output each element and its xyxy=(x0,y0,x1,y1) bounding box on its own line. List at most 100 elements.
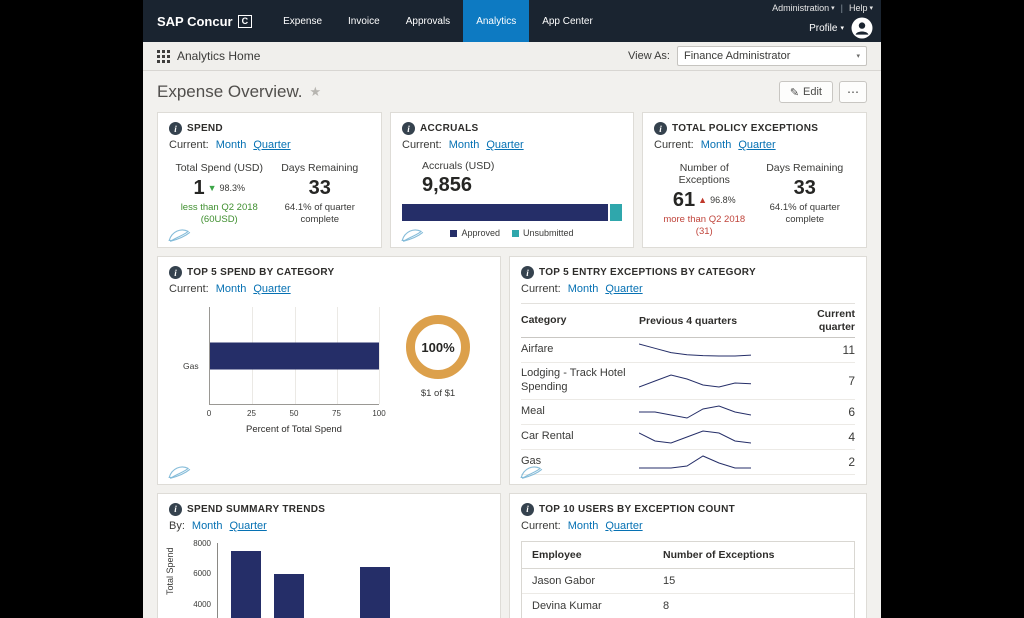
tick-label: 8000 xyxy=(193,538,211,548)
more-options-button[interactable]: ⋯ xyxy=(839,81,867,103)
spend-by-category-chart: Gas 0 25 50 75 100 Percent of Total Spen… xyxy=(169,303,387,435)
value-cell: 7 xyxy=(848,373,855,388)
tab-approvals[interactable]: Approvals xyxy=(393,0,463,42)
tab-invoice[interactable]: Invoice xyxy=(335,0,393,42)
info-icon[interactable]: i xyxy=(654,122,667,135)
doodle-icon xyxy=(401,229,424,242)
quarter-toggle[interactable]: Quarter xyxy=(253,283,290,295)
top5-exceptions-card: i TOP 5 ENTRY EXCEPTIONS BY CATEGORY Cur… xyxy=(509,256,867,485)
page-title-row: Expense Overview. ★ ✎ Edit ⋯ xyxy=(157,81,867,103)
current-label: Current: xyxy=(654,139,694,151)
sparkline xyxy=(639,374,751,388)
month-toggle[interactable]: Month xyxy=(701,139,732,151)
card-header: i SPEND xyxy=(169,122,370,135)
info-icon[interactable]: i xyxy=(402,122,415,135)
current-label: Current: xyxy=(521,283,561,295)
table-row: Lodging - Track Hotel Spending 7 xyxy=(521,363,855,400)
quarter-toggle[interactable]: Quarter xyxy=(738,139,775,151)
quarter-toggle[interactable]: Quarter xyxy=(253,139,290,151)
quarter-toggle[interactable]: Quarter xyxy=(605,520,642,532)
card-title: TOTAL POLICY EXCEPTIONS xyxy=(672,123,819,134)
count-cell: 8 xyxy=(663,599,670,612)
administration-label: Administration xyxy=(772,3,830,13)
subheader-right: View As: Finance Administrator ▾ xyxy=(628,46,867,66)
ellipsis-icon: ⋯ xyxy=(847,85,859,99)
value-cell: 2 xyxy=(848,454,855,469)
profile-label: Profile xyxy=(809,22,838,34)
period-toggle: Current: Month Quarter xyxy=(169,139,370,151)
view-as-value: Finance Administrator xyxy=(684,50,791,62)
table-header-row: Employee Number of Exceptions xyxy=(522,542,854,569)
caret-down-icon: ▾ xyxy=(840,24,844,32)
info-icon[interactable]: i xyxy=(169,502,182,516)
grid-menu-icon[interactable] xyxy=(157,49,170,63)
help-label: Help xyxy=(848,3,868,13)
month-toggle[interactable]: Month xyxy=(216,283,247,295)
dashboard-main: Expense Overview. ★ ✎ Edit ⋯ i SPEND Cur… xyxy=(143,71,881,618)
table-row: Car Rental 4 xyxy=(521,425,855,450)
quarter-toggle[interactable]: Quarter xyxy=(486,139,523,151)
tab-expense[interactable]: Expense xyxy=(270,0,335,42)
card-title: ACCRUALS xyxy=(420,123,479,134)
card-title: SPEND xyxy=(187,123,223,134)
administration-menu[interactable]: Administration ▾ xyxy=(772,3,835,13)
x-axis-ticks: 0 25 50 75 100 xyxy=(207,409,386,419)
card-header: i ACCRUALS xyxy=(402,122,622,135)
brand-name: SAP Concur xyxy=(157,13,233,29)
help-menu[interactable]: Help ▾ xyxy=(849,3,873,13)
column-header: Previous 4 quarters xyxy=(639,314,738,327)
arrow-down-icon: ▼ xyxy=(207,182,217,193)
y-axis-ticks: 8000 6000 4000 2000 0 xyxy=(183,539,211,618)
caret-down-icon: ▾ xyxy=(856,52,860,60)
month-toggle[interactable]: Month xyxy=(449,139,480,151)
quarter-toggle[interactable]: Quarter xyxy=(229,520,266,532)
title-actions: ✎ Edit ⋯ xyxy=(778,81,867,103)
tab-analytics[interactable]: Analytics xyxy=(463,0,530,42)
month-toggle[interactable]: Month xyxy=(216,139,247,151)
tick-label: 75 xyxy=(332,409,341,418)
period-toggle: Current: Month Quarter xyxy=(521,283,855,295)
edit-button[interactable]: ✎ Edit xyxy=(778,81,833,103)
quarter-toggle[interactable]: Quarter xyxy=(605,283,642,295)
divider: | xyxy=(840,3,843,13)
month-toggle[interactable]: Month xyxy=(568,520,599,532)
card-title: TOP 5 ENTRY EXCEPTIONS BY CATEGORY xyxy=(539,267,756,278)
column-header: Employee xyxy=(532,548,582,561)
brand-logo[interactable]: SAP Concur C xyxy=(143,0,262,42)
table-row: Gas 2 xyxy=(521,450,855,475)
metric-value: 33 xyxy=(308,177,331,199)
employee-cell: Devina Kumar xyxy=(532,599,602,612)
category-cell: Lodging - Track Hotel Spending xyxy=(521,367,626,393)
info-icon[interactable]: i xyxy=(521,266,534,279)
favorite-star-icon[interactable]: ★ xyxy=(310,84,322,100)
month-toggle[interactable]: Month xyxy=(568,283,599,295)
avatar-icon[interactable] xyxy=(851,17,873,39)
tab-app-center[interactable]: App Center xyxy=(529,0,606,42)
period-toggle: Current: Month Quarter xyxy=(402,139,622,151)
period-toggle: Current: Month Quarter xyxy=(521,520,855,532)
month-toggle[interactable]: Month xyxy=(192,520,223,532)
metric-note: more than Q2 2018 (31) xyxy=(663,214,746,237)
analytics-subheader: Analytics Home View As: Finance Administ… xyxy=(143,42,881,71)
sparkline xyxy=(639,343,751,357)
legend-label: Unsubmitted xyxy=(523,228,574,238)
table-row: Devina Kumar 8 xyxy=(522,594,854,618)
tick-label: 4000 xyxy=(193,600,211,610)
info-icon[interactable]: i xyxy=(169,266,182,279)
donut-note: $1 of $1 xyxy=(420,388,456,399)
category-cell: Meal xyxy=(521,404,545,417)
nav-right-area: Administration ▾ | Help ▾ Profile ▾ xyxy=(772,0,881,42)
info-icon[interactable]: i xyxy=(521,502,534,516)
column-header: Number of Exceptions xyxy=(663,548,775,561)
days-remaining-metric: Days Remaining 33 64.1% of quarter compl… xyxy=(270,162,371,226)
view-as-select[interactable]: Finance Administrator ▾ xyxy=(677,46,867,66)
metric-value: 61 xyxy=(672,189,696,211)
value-cell: 6 xyxy=(848,404,855,419)
card-header: i TOP 5 SPEND BY CATEGORY xyxy=(169,266,489,279)
profile-menu[interactable]: Profile ▾ xyxy=(809,23,844,34)
accruals-value: 9,856 xyxy=(422,174,473,196)
metric-percent: 96.8% xyxy=(710,195,736,205)
donut-chart: 100% xyxy=(406,315,470,379)
period-toggle: Current: Month Quarter xyxy=(169,283,489,295)
info-icon[interactable]: i xyxy=(169,122,182,135)
